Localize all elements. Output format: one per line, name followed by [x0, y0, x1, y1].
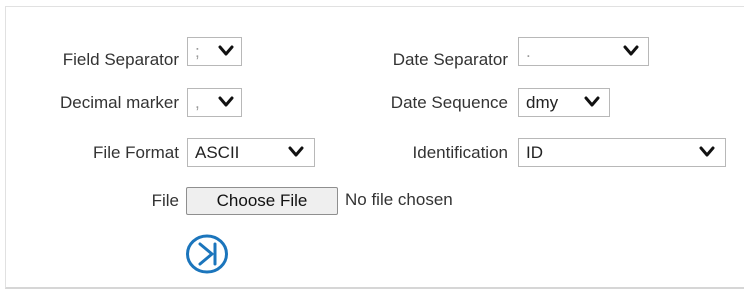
- date-sequence-select[interactable]: dmy: [518, 88, 610, 117]
- chevron-down-icon: [218, 45, 234, 56]
- chevron-down-icon: [218, 96, 234, 107]
- decimal-marker-value: ,: [195, 93, 200, 112]
- identification-value: ID: [526, 143, 543, 162]
- date-separator-select[interactable]: .: [518, 37, 649, 66]
- file-label: File: [151, 191, 179, 210]
- field-separator-value: ;: [195, 42, 200, 61]
- date-separator-value: .: [526, 42, 531, 61]
- file-format-value: ASCII: [195, 143, 240, 162]
- date-separator-label: Date Separator: [392, 50, 508, 69]
- file-format-select[interactable]: ASCII: [187, 138, 315, 167]
- import-settings-panel: Field Separator ; Decimal marker , File …: [5, 6, 744, 289]
- identification-label: Identification: [412, 143, 508, 162]
- date-sequence-label: Date Sequence: [390, 93, 508, 112]
- identification-select[interactable]: ID: [518, 138, 726, 167]
- choose-file-button[interactable]: Choose File: [186, 187, 338, 215]
- chevron-down-icon: [623, 45, 639, 56]
- decimal-marker-select[interactable]: ,: [187, 88, 242, 117]
- field-separator-select[interactable]: ;: [187, 37, 242, 66]
- chevron-down-icon: [584, 96, 600, 107]
- chevron-down-icon: [288, 146, 304, 157]
- field-separator-label: Field Separator: [62, 50, 179, 69]
- file-status-text: No file chosen: [345, 190, 453, 209]
- decimal-marker-label: Decimal marker: [59, 93, 179, 112]
- file-format-label: File Format: [93, 143, 179, 162]
- chevron-down-icon: [699, 146, 715, 157]
- date-sequence-value: dmy: [526, 93, 559, 112]
- skip-next-icon[interactable]: [184, 233, 230, 275]
